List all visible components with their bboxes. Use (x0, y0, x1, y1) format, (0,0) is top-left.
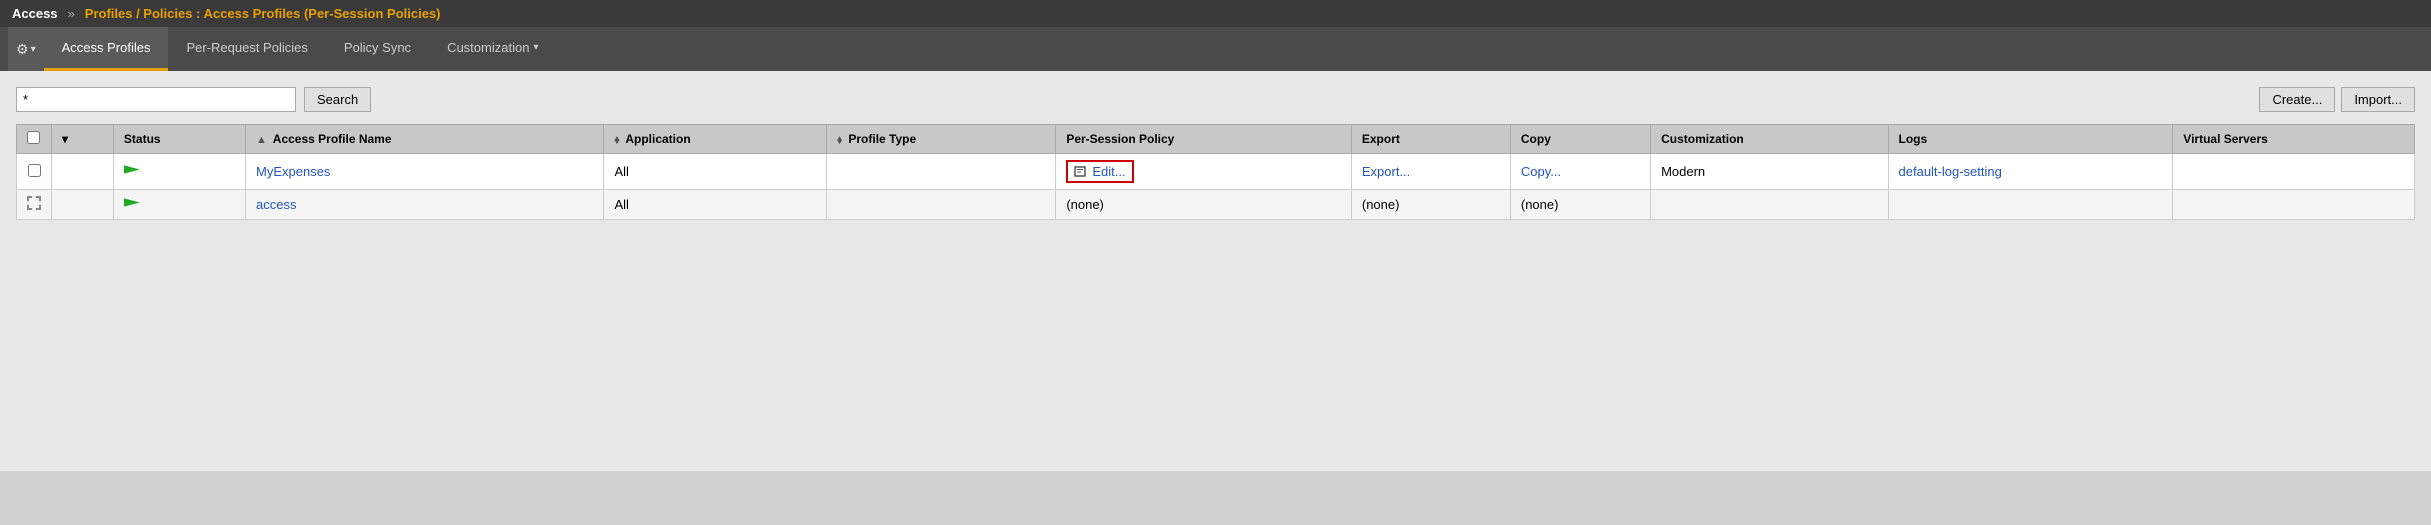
tab-access-profiles[interactable]: Access Profiles (44, 27, 169, 71)
table-row: MyExpenses All Edit... (17, 154, 2415, 190)
tab-policy-sync-label: Policy Sync (344, 40, 411, 55)
row2-export-cell: (none) (1351, 190, 1510, 220)
row2-application-cell: All (604, 190, 827, 220)
app-name: Access (12, 6, 58, 21)
import-button[interactable]: Import... (2341, 87, 2415, 112)
col-header-checkbox (17, 125, 52, 154)
application-col-label: Application (625, 132, 690, 146)
name-sort-icon: ▲ (256, 134, 267, 146)
row2-per-session-cell: (none) (1056, 190, 1352, 220)
col-header-virtual-servers: Virtual Servers (2173, 125, 2415, 154)
row1-name-cell: MyExpenses (246, 154, 604, 190)
row2-export-value: (none) (1362, 197, 1400, 212)
row2-name-link[interactable]: access (256, 197, 296, 212)
col-dropdown-icon: ▾ (62, 132, 68, 146)
row1-per-session-cell: Edit... (1056, 154, 1352, 190)
status-label: Status (124, 132, 161, 146)
export-col-label: Export (1362, 132, 1400, 146)
row1-export-cell: Export... (1351, 154, 1510, 190)
row2-copy-value: (none) (1521, 197, 1559, 212)
row1-status-flag-icon (124, 165, 140, 179)
col-header-per-session-policy: Per-Session Policy (1056, 125, 1352, 154)
per-session-policy-col-label: Per-Session Policy (1066, 132, 1174, 146)
name-col-label: Access Profile Name (273, 132, 392, 146)
row2-profile-type-cell (827, 190, 1056, 220)
create-button[interactable]: Create... (2259, 87, 2335, 112)
row2-name-cell: access (246, 190, 604, 220)
tab-bar: ⚙ ▾ Access Profiles Per-Request Policies… (0, 27, 2431, 71)
gear-icon: ⚙ (16, 41, 29, 58)
tab-per-request-policies-label: Per-Request Policies (186, 40, 307, 55)
col-header-dropdown: ▾ (52, 125, 114, 154)
row2-checkbox-cell (17, 190, 52, 220)
row2-per-session-value: (none) (1066, 197, 1104, 212)
row2-status-flag-icon (124, 198, 140, 212)
profile-type-sort-icon: ⬧ (837, 134, 842, 147)
search-input[interactable] (16, 87, 296, 112)
gear-button[interactable]: ⚙ ▾ (8, 27, 44, 71)
table-row: access All (none) (none) (none) (17, 190, 2415, 220)
row2-dropdown-cell (52, 190, 114, 220)
header-bar: Access » Profiles / Policies : Access Pr… (0, 0, 2431, 27)
col-header-logs: Logs (1888, 125, 2173, 154)
row2-application-value: All (614, 197, 628, 212)
tab-access-profiles-label: Access Profiles (62, 40, 151, 55)
row2-logs-cell (1888, 190, 2173, 220)
search-button[interactable]: Search (304, 87, 371, 112)
copy-col-label: Copy (1521, 132, 1551, 146)
row1-edit-icon (1074, 166, 1088, 178)
col-header-name[interactable]: ▲ Access Profile Name (246, 125, 604, 154)
top-action-buttons: Create... Import... (2259, 87, 2415, 112)
row1-profile-type-cell (827, 154, 1056, 190)
row1-status-cell (113, 154, 245, 190)
row2-virtual-servers-cell (2173, 190, 2415, 220)
row1-checkbox-cell (17, 154, 52, 190)
row1-application-value: All (614, 164, 628, 179)
tab-customization-label: Customization (447, 40, 529, 55)
tab-per-request-policies[interactable]: Per-Request Policies (168, 27, 325, 71)
row1-application-cell: All (604, 154, 827, 190)
col-header-copy: Copy (1510, 125, 1650, 154)
row1-edit-link[interactable]: Edit... (1092, 164, 1125, 179)
row2-status-cell (113, 190, 245, 220)
row2-dashed-checkbox[interactable] (27, 196, 41, 210)
col-header-application[interactable]: ⬧ Application (604, 125, 827, 154)
tab-policy-sync[interactable]: Policy Sync (326, 27, 429, 71)
row1-export-link[interactable]: Export... (1362, 164, 1410, 179)
row2-copy-cell: (none) (1510, 190, 1650, 220)
col-header-status: Status (113, 125, 245, 154)
row1-customization-value: Modern (1661, 164, 1705, 179)
application-sort-icon: ⬧ (614, 134, 619, 147)
breadcrumb-chevrons: » (68, 6, 75, 21)
row1-copy-link[interactable]: Copy... (1521, 164, 1561, 179)
gear-arrow-icon: ▾ (31, 44, 36, 55)
col-header-export: Export (1351, 125, 1510, 154)
row1-edit-wrapper: Edit... (1066, 160, 1133, 183)
row1-dropdown-cell (52, 154, 114, 190)
col-header-profile-type[interactable]: ⬧ Profile Type (827, 125, 1056, 154)
row1-virtual-servers-cell (2173, 154, 2415, 190)
row1-customization-cell: Modern (1651, 154, 1888, 190)
col-header-customization: Customization (1651, 125, 1888, 154)
customization-col-label: Customization (1661, 132, 1744, 146)
select-all-checkbox[interactable] (27, 131, 40, 144)
content-area: Search Create... Import... ▾ Status ▲ Ac… (0, 71, 2431, 471)
profile-type-col-label: Profile Type (848, 132, 916, 146)
row1-checkbox[interactable] (28, 164, 41, 177)
row1-logs-link[interactable]: default-log-setting (1899, 164, 2002, 179)
tab-customization[interactable]: Customization ▾ (429, 27, 556, 71)
row1-name-link[interactable]: MyExpenses (256, 164, 330, 179)
customization-arrow-icon: ▾ (533, 42, 538, 53)
virtual-servers-col-label: Virtual Servers (2183, 132, 2268, 146)
row1-logs-cell: default-log-setting (1888, 154, 2173, 190)
logs-col-label: Logs (1899, 132, 1928, 146)
access-profiles-table: ▾ Status ▲ Access Profile Name ⬧ Applica… (16, 124, 2415, 220)
row2-customization-cell (1651, 190, 1888, 220)
row1-copy-cell: Copy... (1510, 154, 1650, 190)
search-bar: Search Create... Import... (16, 87, 2415, 112)
breadcrumb: Profiles / Policies : Access Profiles (P… (85, 6, 441, 21)
